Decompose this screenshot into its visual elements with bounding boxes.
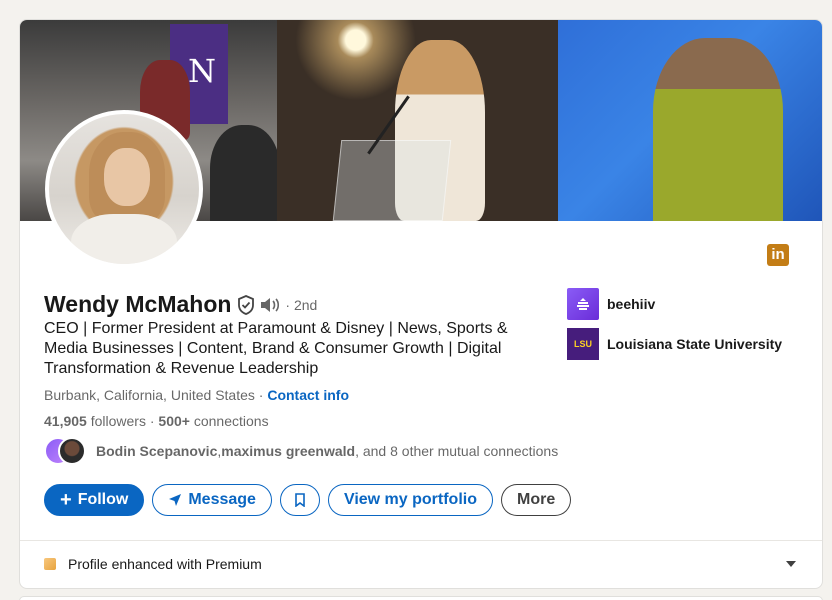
connection-degree: · 2nd: [285, 296, 318, 313]
banner-speaker-green: [653, 38, 783, 221]
contact-info-link[interactable]: Contact info: [267, 387, 349, 403]
avatar-coat: [71, 214, 177, 264]
profile-actions: + Follow Message View my portfolio More: [44, 484, 572, 516]
bookmark-icon: [295, 493, 305, 507]
mutual-avatars: [44, 437, 92, 465]
profile-card: N in Wendy McMahon · 2nd CEO | Former Pr…: [19, 19, 823, 589]
pronunciation-speaker-icon[interactable]: [259, 296, 281, 314]
mutual-avatar-2: [58, 437, 86, 465]
followers-label: followers: [86, 413, 146, 429]
avatar-face: [104, 148, 150, 206]
save-button[interactable]: [279, 484, 320, 516]
send-icon: [169, 494, 182, 506]
profile-organizations: beehiiv LSU Louisiana State University: [567, 288, 782, 368]
next-card: [19, 596, 823, 600]
mutual-name-1: Bodin Scepanovic: [96, 443, 218, 459]
premium-icon: [44, 558, 56, 570]
lsu-logo-icon: LSU: [567, 328, 599, 360]
linkedin-icon[interactable]: in: [767, 244, 789, 266]
chevron-down-icon[interactable]: [786, 561, 796, 567]
profile-name-row: Wendy McMahon · 2nd: [44, 291, 317, 318]
more-button[interactable]: More: [501, 484, 572, 516]
mutual-connections[interactable]: Bodin Scepanovic, maximus greenwald, and…: [44, 437, 558, 465]
mutual-rest: , and 8 other mutual connections: [355, 443, 559, 459]
profile-stats: 41,905 followers · 500+ connections: [44, 413, 269, 429]
profile-location-row: Burbank, California, United States · Con…: [44, 387, 349, 403]
podium: [332, 140, 452, 221]
connections-count[interactable]: 500+: [158, 413, 190, 429]
follow-button[interactable]: + Follow: [44, 484, 145, 516]
profile-avatar[interactable]: [45, 110, 203, 268]
org-beehiiv[interactable]: beehiiv: [567, 288, 782, 320]
premium-section[interactable]: Profile enhanced with Premium: [44, 556, 262, 572]
followers-count: 41,905: [44, 413, 87, 429]
mutual-name-2: maximus greenwald: [221, 443, 356, 459]
org-lsu[interactable]: LSU Louisiana State University: [567, 328, 782, 360]
beehiiv-logo-icon: [567, 288, 599, 320]
connections-label: connections: [189, 413, 269, 429]
banner-photo-2: [277, 20, 558, 221]
message-button[interactable]: Message: [152, 484, 272, 516]
plus-icon: +: [60, 489, 72, 511]
view-portfolio-button[interactable]: View my portfolio: [327, 484, 493, 516]
banner-photo-3: [558, 20, 822, 221]
audience-person: [210, 125, 277, 221]
profile-name: Wendy McMahon: [44, 291, 232, 317]
profile-location: Burbank, California, United States: [44, 387, 255, 403]
divider: [20, 540, 822, 541]
verified-shield-icon[interactable]: [237, 294, 255, 315]
profile-headline: CEO | Former President at Paramount & Di…: [44, 320, 508, 377]
